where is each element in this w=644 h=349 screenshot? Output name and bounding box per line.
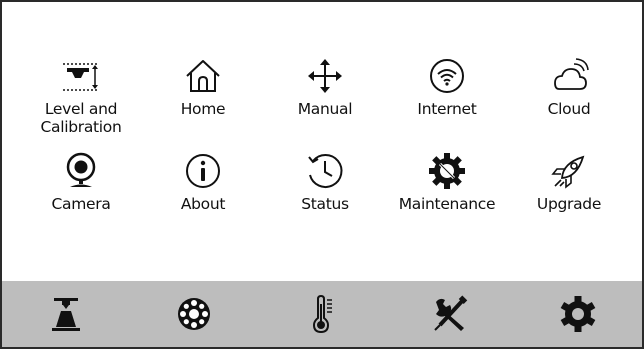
menu-item-label: Upgrade [536,195,602,213]
bottom-nav-temperature[interactable] [294,286,350,342]
tools-icon [434,295,468,331]
gear-wrench-icon [425,149,469,193]
menu-item-label: Camera [51,195,111,213]
menu-item-status[interactable]: Status [264,149,386,244]
bottom-nav-tools[interactable] [422,286,478,342]
rocket-icon [547,149,591,193]
bottom-nav-bar [2,281,642,347]
home-icon [181,54,225,98]
move-arrows-icon [303,54,347,98]
menu-item-label: Home [180,100,226,118]
menu-item-label: Cloud [547,100,591,118]
print-nozzle-icon [52,298,80,331]
settings-gear-icon [560,296,596,332]
menu-item-label: About [180,195,226,213]
touch-screen: Level and Calibration Home Manual Intern… [0,0,644,349]
menu-item-manual[interactable]: Manual [264,54,386,149]
info-icon [181,149,225,193]
webcam-icon [59,149,103,193]
menu-item-internet[interactable]: Internet [386,54,508,149]
bottom-nav-filament[interactable] [166,286,222,342]
filament-spool-icon [178,298,210,330]
menu-item-camera[interactable]: Camera [20,149,142,244]
bottom-nav-settings[interactable] [550,286,606,342]
menu-item-label: Manual [297,100,353,118]
menu-item-cloud[interactable]: Cloud [508,54,630,149]
menu-item-label: Maintenance [398,195,496,213]
menu-item-label: Internet [417,100,477,118]
menu-item-home[interactable]: Home [142,54,264,149]
cloud-icon [547,54,591,98]
main-menu-grid: Level and Calibration Home Manual Intern… [20,54,630,244]
menu-item-maintenance[interactable]: Maintenance [386,149,508,244]
bottom-nav-print[interactable] [38,286,94,342]
menu-item-label: Status [301,195,349,213]
history-clock-icon [303,149,347,193]
level-calibration-icon [59,54,103,98]
wifi-icon [425,54,469,98]
menu-item-upgrade[interactable]: Upgrade [508,149,630,244]
menu-item-about[interactable]: About [142,149,264,244]
menu-item-label: Level and Calibration [40,100,122,136]
thermometer-icon [312,294,332,334]
menu-item-level-calibration[interactable]: Level and Calibration [20,54,142,149]
